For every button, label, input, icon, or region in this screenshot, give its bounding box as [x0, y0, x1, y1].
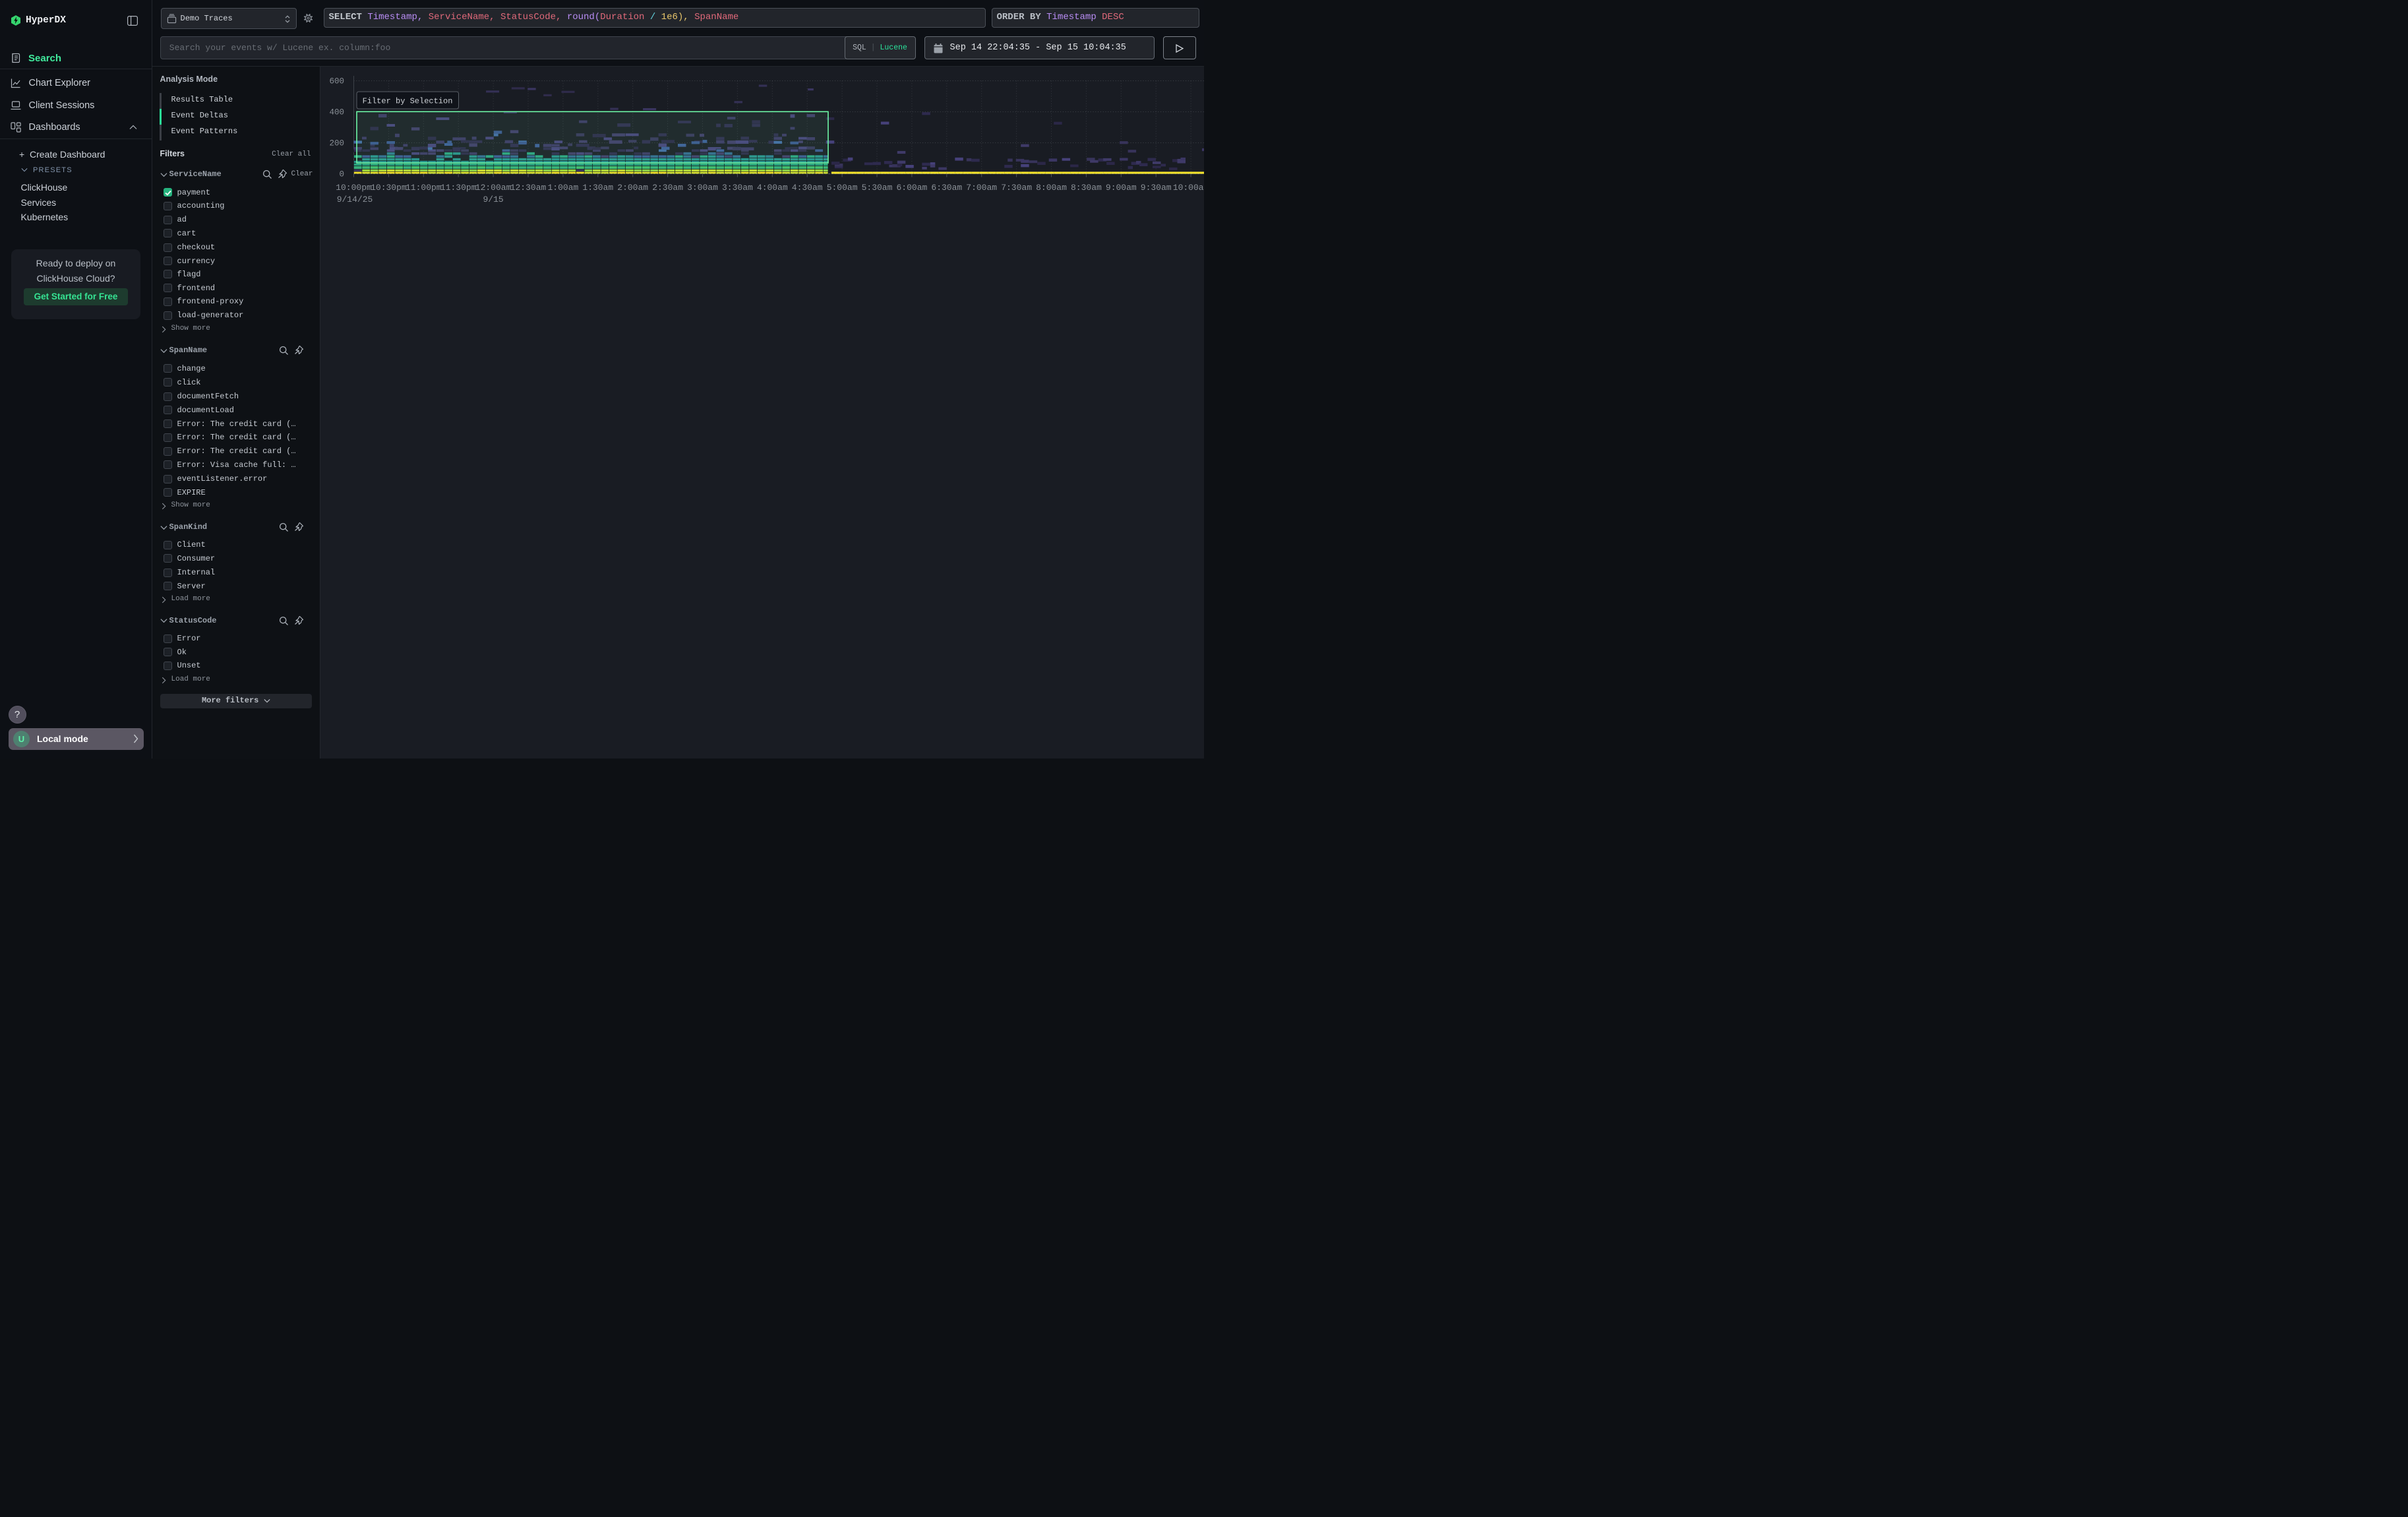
svg-text:12:00am: 12:00am: [475, 183, 511, 193]
svg-text:10:00am: 10:00am: [1172, 183, 1204, 193]
svg-text:8:30am: 8:30am: [1070, 183, 1101, 193]
svg-text:9/14/25: 9/14/25: [336, 195, 373, 204]
svg-text:11:00pm: 11:00pm: [405, 183, 441, 193]
svg-text:1:30am: 1:30am: [582, 183, 613, 193]
svg-text:3:00am: 3:00am: [687, 183, 718, 193]
svg-text:1:00am: 1:00am: [547, 183, 578, 193]
svg-text:10:00pm: 10:00pm: [336, 183, 372, 193]
svg-text:7:30am: 7:30am: [1001, 183, 1032, 193]
svg-text:11:30pm: 11:30pm: [440, 183, 476, 193]
svg-text:9/15: 9/15: [483, 195, 503, 204]
svg-text:200: 200: [329, 139, 344, 148]
svg-text:8:00am: 8:00am: [1036, 183, 1067, 193]
svg-text:7:00am: 7:00am: [966, 183, 997, 193]
svg-text:3:30am: 3:30am: [721, 183, 752, 193]
svg-text:5:30am: 5:30am: [861, 183, 892, 193]
svg-text:12:30am: 12:30am: [510, 183, 546, 193]
svg-text:2:30am: 2:30am: [652, 183, 683, 193]
svg-text:2:00am: 2:00am: [617, 183, 648, 193]
svg-text:9:30am: 9:30am: [1140, 183, 1171, 193]
svg-text:10:30pm: 10:30pm: [371, 183, 407, 193]
svg-text:Filter by Selection: Filter by Selection: [362, 97, 452, 106]
svg-text:6:00am: 6:00am: [896, 183, 927, 193]
svg-text:5:00am: 5:00am: [826, 183, 857, 193]
svg-text:4:00am: 4:00am: [756, 183, 787, 193]
svg-text:400: 400: [329, 108, 344, 117]
svg-text:9:00am: 9:00am: [1105, 183, 1136, 193]
svg-text:6:30am: 6:30am: [931, 183, 962, 193]
svg-text:4:30am: 4:30am: [791, 183, 822, 193]
svg-text:600: 600: [329, 77, 344, 86]
svg-text:0: 0: [339, 170, 344, 179]
